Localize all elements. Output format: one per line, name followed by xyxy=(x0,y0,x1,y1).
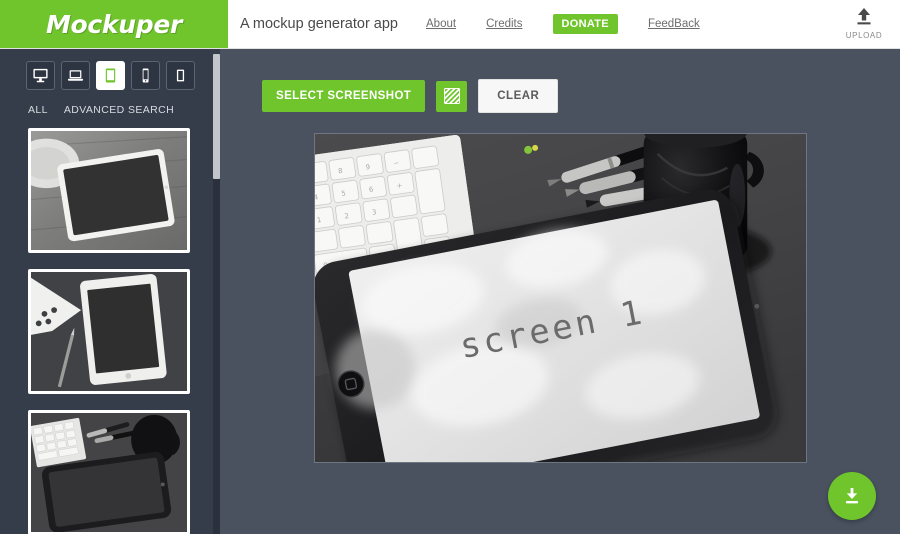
app-root: Mockuper A mockup generator app About Cr… xyxy=(0,0,900,534)
mockup-thumbnail-black-tablet-keyboard[interactable] xyxy=(28,410,190,534)
preview-area: 789− 456+ 123 0. xyxy=(220,113,900,534)
app-body: ALL ADVANCED SEARCH SELECT SCREENSHOT CL… xyxy=(0,49,900,534)
nav-link-credits[interactable]: Credits xyxy=(486,18,522,30)
upload-button[interactable]: UPLOAD xyxy=(828,0,900,48)
device-tab-phone[interactable] xyxy=(131,61,160,90)
editor-toolbar: SELECT SCREENSHOT CLEAR xyxy=(220,49,900,113)
mockup-thumbnail-white-tablet-portrait[interactable] xyxy=(28,269,190,394)
app-tagline: A mockup generator app xyxy=(240,16,398,32)
transparency-pattern-icon xyxy=(443,88,460,104)
select-screenshot-button[interactable]: SELECT SCREENSHOT xyxy=(262,80,426,112)
upload-icon xyxy=(853,6,875,28)
device-tab-other[interactable] xyxy=(166,61,195,90)
tablet-icon xyxy=(105,68,116,83)
device-tab-tablet[interactable] xyxy=(96,61,125,90)
nav-link-donate[interactable]: DONATE xyxy=(552,14,618,34)
device-tab-laptop[interactable] xyxy=(61,61,90,90)
desktop-icon xyxy=(33,68,48,83)
laptop-icon xyxy=(67,70,84,81)
main-content: SELECT SCREENSHOT CLEAR 8 9 − 4 5 6 + 1 … xyxy=(220,49,900,534)
device-tab-desktop[interactable] xyxy=(26,61,55,90)
device-filter-tabs xyxy=(0,49,220,90)
brand-logo[interactable]: Mockuper xyxy=(0,0,228,48)
filter-all[interactable]: ALL xyxy=(28,104,48,116)
nav-link-about[interactable]: About xyxy=(426,18,456,30)
phone-icon xyxy=(142,68,149,83)
main-nav: About Credits DONATE FeedBack xyxy=(426,14,730,34)
portrait-device-icon xyxy=(176,69,185,82)
nav-link-feedback[interactable]: FeedBack xyxy=(648,18,700,30)
sidebar-scrollbar-track[interactable] xyxy=(213,54,220,534)
upload-button-label: UPLOAD xyxy=(845,31,883,40)
mockup-preview[interactable]: 789− 456+ 123 0. xyxy=(313,133,807,463)
mockup-thumbnail-white-tablet-wood[interactable] xyxy=(28,128,190,253)
filter-advanced-search[interactable]: ADVANCED SEARCH xyxy=(64,104,174,116)
brand-logo-text: Mockuper xyxy=(45,9,183,39)
sidebar-filters: ALL ADVANCED SEARCH xyxy=(0,90,220,116)
download-button[interactable] xyxy=(828,472,876,520)
transparency-pattern-button[interactable] xyxy=(436,80,468,112)
sidebar-scrollbar-thumb[interactable] xyxy=(213,54,220,179)
app-header: Mockuper A mockup generator app About Cr… xyxy=(0,0,900,49)
sidebar: ALL ADVANCED SEARCH xyxy=(0,49,220,534)
header-nav-area: A mockup generator app About Credits DON… xyxy=(228,0,828,48)
mockup-thumbnail-list xyxy=(0,128,220,534)
clear-button[interactable]: CLEAR xyxy=(478,79,559,113)
download-icon xyxy=(846,488,858,504)
